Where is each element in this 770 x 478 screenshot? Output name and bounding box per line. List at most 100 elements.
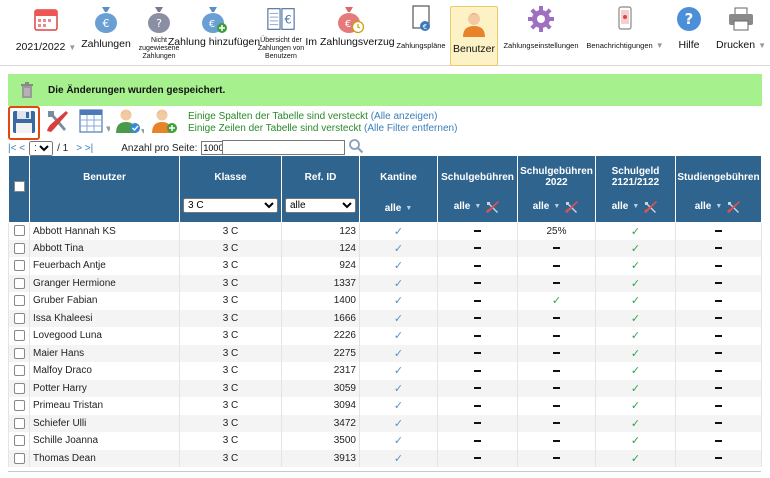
- header-klasse[interactable]: Klasse 3 C: [179, 156, 282, 223]
- remove-filters-link[interactable]: (Alle Filter entfernen): [364, 123, 457, 134]
- tools-icon[interactable]: [726, 200, 742, 214]
- kantine-status-cell[interactable]: ✓: [359, 274, 438, 292]
- search-icon[interactable]: [348, 138, 364, 157]
- kantine-status-cell[interactable]: ✓: [359, 292, 438, 310]
- schulgeld-status-cell[interactable]: ✓: [595, 397, 676, 415]
- sg22-status-cell[interactable]: [517, 309, 596, 327]
- user-name-cell[interactable]: Malfoy Draco: [29, 362, 180, 380]
- sg-status-cell[interactable]: [437, 449, 518, 467]
- row-checkbox[interactable]: [13, 242, 25, 254]
- studien-status-cell[interactable]: [675, 274, 762, 292]
- studien-status-cell[interactable]: [675, 397, 762, 415]
- sg22-status-cell[interactable]: [517, 432, 596, 450]
- schulgeld-status-cell[interactable]: ✓: [595, 379, 676, 397]
- toolbar-zahlungseinstellungen[interactable]: Zahlungseinstellungen: [502, 4, 580, 64]
- sg-status-cell[interactable]: [437, 327, 518, 345]
- row-checkbox[interactable]: [13, 225, 25, 237]
- sg-status-cell[interactable]: [437, 432, 518, 450]
- studien-status-cell[interactable]: [675, 362, 762, 380]
- studiengebuehren-filter[interactable]: alle ▼: [676, 200, 761, 214]
- table-row[interactable]: Granger Hermione 3 C 1337 ✓ ✓: [8, 274, 762, 292]
- kantine-status-cell[interactable]: ✓: [359, 379, 438, 397]
- sg22-status-cell[interactable]: [517, 274, 596, 292]
- row-checkbox[interactable]: [13, 295, 25, 307]
- sg-status-cell[interactable]: [437, 309, 518, 327]
- sg22-status-cell[interactable]: [517, 344, 596, 362]
- row-checkbox[interactable]: [13, 452, 25, 464]
- schulgeld-status-cell[interactable]: ✓: [595, 222, 676, 240]
- studien-status-cell[interactable]: [675, 449, 762, 467]
- sg22-status-cell[interactable]: 25%: [517, 222, 596, 240]
- studien-status-cell[interactable]: [675, 432, 762, 450]
- sg-status-cell[interactable]: [437, 397, 518, 415]
- sg22-status-cell[interactable]: ✓: [517, 292, 596, 310]
- search-input[interactable]: [222, 140, 345, 155]
- schulgeld-status-cell[interactable]: ✓: [595, 309, 676, 327]
- row-checkbox[interactable]: [13, 382, 25, 394]
- header-schulgebuehren-2022[interactable]: Schulgebühren 2022 alle ▼: [517, 156, 596, 223]
- studien-status-cell[interactable]: [675, 344, 762, 362]
- toolbar-zahlungen[interactable]: € Zahlungen: [80, 4, 132, 64]
- kantine-status-cell[interactable]: ✓: [359, 414, 438, 432]
- kantine-status-cell[interactable]: ✓: [359, 449, 438, 467]
- sg-status-cell[interactable]: [437, 379, 518, 397]
- table-row[interactable]: Thomas Dean 3 C 3913 ✓ ✓: [8, 449, 762, 467]
- schulgeld-status-cell[interactable]: ✓: [595, 257, 676, 275]
- table-row[interactable]: Maier Hans 3 C 2275 ✓ ✓: [8, 344, 762, 362]
- page-select[interactable]: 1: [29, 140, 54, 156]
- kantine-filter[interactable]: alle ▼: [360, 203, 437, 214]
- header-benutzer[interactable]: Benutzer: [29, 156, 180, 223]
- user-name-cell[interactable]: Primeau Tristan: [29, 397, 180, 415]
- row-checkbox[interactable]: [13, 435, 25, 447]
- kantine-status-cell[interactable]: ✓: [359, 327, 438, 345]
- table-row[interactable]: Abbott Tina 3 C 124 ✓ ✓: [8, 239, 762, 257]
- schulgeld-status-cell[interactable]: ✓: [595, 239, 676, 257]
- schulgebuehren-filter[interactable]: alle ▼: [438, 200, 517, 214]
- table-row[interactable]: Primeau Tristan 3 C 3094 ✓ ✓: [8, 397, 762, 415]
- kantine-status-cell[interactable]: ✓: [359, 362, 438, 380]
- sg-status-cell[interactable]: [437, 344, 518, 362]
- schulgeld-status-cell[interactable]: ✓: [595, 344, 676, 362]
- user-add-button[interactable]: [150, 109, 180, 138]
- tools-icon[interactable]: [564, 200, 580, 214]
- tools-icon[interactable]: [643, 200, 659, 214]
- table-row[interactable]: Lovegood Luna 3 C 2226 ✓ ✓: [8, 327, 762, 345]
- row-checkbox[interactable]: [13, 417, 25, 429]
- user-name-cell[interactable]: Schille Joanna: [29, 432, 180, 450]
- sg22-status-cell[interactable]: [517, 397, 596, 415]
- user-name-cell[interactable]: Maier Hans: [29, 344, 180, 362]
- schulgeld-status-cell[interactable]: ✓: [595, 414, 676, 432]
- sg-status-cell[interactable]: [437, 222, 518, 240]
- kantine-status-cell[interactable]: ✓: [359, 257, 438, 275]
- table-row[interactable]: Abbott Hannah KS 3 C 123 ✓ 25% ✓: [8, 222, 762, 240]
- show-all-link[interactable]: (Alle anzeigen): [371, 111, 438, 122]
- columns-button[interactable]: ▼: [78, 109, 112, 138]
- toolbar-benutzer[interactable]: Benutzer: [450, 6, 498, 66]
- studien-status-cell[interactable]: [675, 309, 762, 327]
- schulgeld-status-cell[interactable]: ✓: [595, 432, 676, 450]
- studien-status-cell[interactable]: [675, 292, 762, 310]
- trash-icon[interactable]: [16, 82, 38, 98]
- header-schulgeld[interactable]: Schulgeld 2121/2122 alle ▼: [595, 156, 676, 223]
- sg22-status-cell[interactable]: [517, 257, 596, 275]
- save-button[interactable]: [8, 106, 40, 140]
- row-checkbox[interactable]: [13, 347, 25, 359]
- studien-status-cell[interactable]: [675, 257, 762, 275]
- user-name-cell[interactable]: Potter Harry: [29, 379, 180, 397]
- row-checkbox[interactable]: [13, 260, 25, 272]
- kantine-status-cell[interactable]: ✓: [359, 239, 438, 257]
- row-checkbox[interactable]: [13, 400, 25, 412]
- tools-icon[interactable]: [485, 200, 501, 214]
- user-name-cell[interactable]: Lovegood Luna: [29, 327, 180, 345]
- sg22-status-cell[interactable]: [517, 327, 596, 345]
- kantine-status-cell[interactable]: ✓: [359, 432, 438, 450]
- row-checkbox[interactable]: [13, 312, 25, 324]
- table-row[interactable]: Schiefer Ulli 3 C 3472 ✓ ✓: [8, 414, 762, 432]
- studien-status-cell[interactable]: [675, 379, 762, 397]
- sg22-status-cell[interactable]: [517, 379, 596, 397]
- toolbar-hilfe[interactable]: ? Hilfe: [670, 4, 708, 64]
- header-ref-id[interactable]: Ref. ID alle: [281, 156, 360, 223]
- ref-id-filter-select[interactable]: alle: [285, 197, 356, 213]
- schulgebuehren-2022-filter[interactable]: alle ▼: [518, 200, 595, 214]
- sg-status-cell[interactable]: [437, 257, 518, 275]
